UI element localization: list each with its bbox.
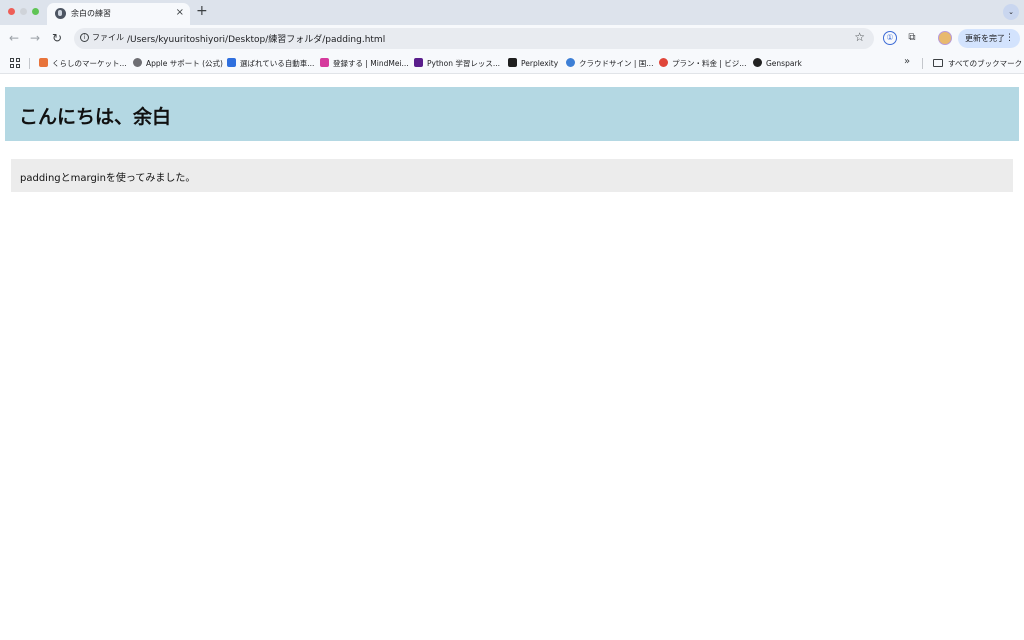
address-bar[interactable]: i ファイル /Users/kyuuritoshiyori/Desktop/練習… xyxy=(74,28,874,49)
browser-toolbar: ← → ↻ i ファイル /Users/kyuuritoshiyori/Desk… xyxy=(0,25,1024,53)
perplexity-icon xyxy=(508,58,517,67)
more-bookmarks-icon[interactable]: » xyxy=(904,56,910,67)
profile-avatar[interactable] xyxy=(938,31,952,45)
bookmark-label: Genspark xyxy=(766,59,802,68)
folder-icon xyxy=(933,59,943,67)
bookmark-label: 選ばれている自動車... xyxy=(240,59,315,68)
reload-button[interactable]: ↻ xyxy=(49,30,65,46)
mindmeister-icon xyxy=(320,58,329,67)
bookmark-label: Python 学習レッス... xyxy=(427,59,501,68)
b-logo-icon xyxy=(227,58,236,67)
tab-close-icon[interactable]: × xyxy=(176,6,184,19)
page-header: こんにちは、余白 xyxy=(5,87,1019,141)
kurashi-icon xyxy=(39,58,48,67)
page-title: こんにちは、余白 xyxy=(19,106,172,128)
plan-icon xyxy=(659,58,668,67)
bookmark-label: くらしのマーケット... xyxy=(52,59,127,68)
genspark-icon xyxy=(753,58,762,67)
tab-search-button[interactable]: ⌄ xyxy=(1003,4,1019,20)
update-button-label: 更新を完了 xyxy=(965,34,1005,43)
all-bookmarks-label: すべてのブックマーク xyxy=(948,59,1023,68)
update-button[interactable]: 更新を完了 ⋮ xyxy=(958,29,1020,48)
cloudsign-icon xyxy=(566,58,575,67)
window-maximize-button[interactable] xyxy=(32,8,39,15)
all-bookmarks-folder[interactable]: すべてのブックマーク xyxy=(933,57,1022,70)
bookmark-genspark[interactable]: Genspark xyxy=(753,57,802,70)
site-info-icon[interactable]: i xyxy=(80,33,89,42)
tab-active[interactable]: 余白の練習 × xyxy=(47,3,190,25)
globe-icon xyxy=(55,8,66,19)
url-text[interactable]: /Users/kyuuritoshiyori/Desktop/練習フォルダ/pa… xyxy=(127,32,385,45)
python-course-icon xyxy=(414,58,423,67)
forward-button[interactable]: → xyxy=(27,30,43,46)
password-manager-icon[interactable]: ① xyxy=(883,31,897,45)
bookmark-label: Perplexity xyxy=(521,59,559,68)
file-scheme-chip[interactable]: ファイル xyxy=(92,32,124,43)
bookmark-perplexity[interactable]: Perplexity xyxy=(508,57,558,70)
back-button[interactable]: ← xyxy=(6,30,22,46)
bookmark-kurashi[interactable]: くらしのマーケット... xyxy=(39,57,127,70)
bookmark-plan[interactable]: プラン・料金 | ビジ... xyxy=(659,57,746,70)
bookmark-label: 登録する | MindMei... xyxy=(333,59,409,68)
bookmarks-divider xyxy=(29,58,30,69)
content-box: paddingとmarginを使ってみました。 xyxy=(11,159,1013,192)
bookmark-apple-support[interactable]: Apple サポート (公式) xyxy=(133,57,223,70)
bookmarks-bar: くらしのマーケット... Apple サポート (公式) 選ばれている自動車..… xyxy=(0,53,1024,74)
tab-strip: 余白の練習 × + ⌄ xyxy=(0,0,1024,25)
tab-title: 余白の練習 xyxy=(71,9,111,18)
bookmark-star-icon[interactable]: ☆ xyxy=(854,30,865,44)
apple-icon xyxy=(133,58,142,67)
window-minimize-button[interactable] xyxy=(20,8,27,15)
bookmark-python-course[interactable]: Python 学習レッス... xyxy=(414,57,500,70)
bookmark-mindmeister[interactable]: 登録する | MindMei... xyxy=(320,57,409,70)
bookmark-label: プラン・料金 | ビジ... xyxy=(672,59,747,68)
window-close-button[interactable] xyxy=(8,8,15,15)
bookmark-label: Apple サポート (公式) xyxy=(146,59,223,68)
bookmarks-divider xyxy=(922,58,923,69)
bookmark-label: クラウドサイン | 国... xyxy=(579,59,654,68)
new-tab-button[interactable]: + xyxy=(196,3,208,19)
extensions-icon[interactable]: ⧉ xyxy=(905,31,919,45)
bookmark-cloudsign[interactable]: クラウドサイン | 国... xyxy=(566,57,653,70)
menu-dots-icon[interactable]: ⋮ xyxy=(1005,29,1014,48)
content-paragraph: paddingとmarginを使ってみました。 xyxy=(20,173,196,184)
apps-grid-icon[interactable] xyxy=(10,58,20,68)
bookmark-car[interactable]: 選ばれている自動車... xyxy=(227,57,314,70)
